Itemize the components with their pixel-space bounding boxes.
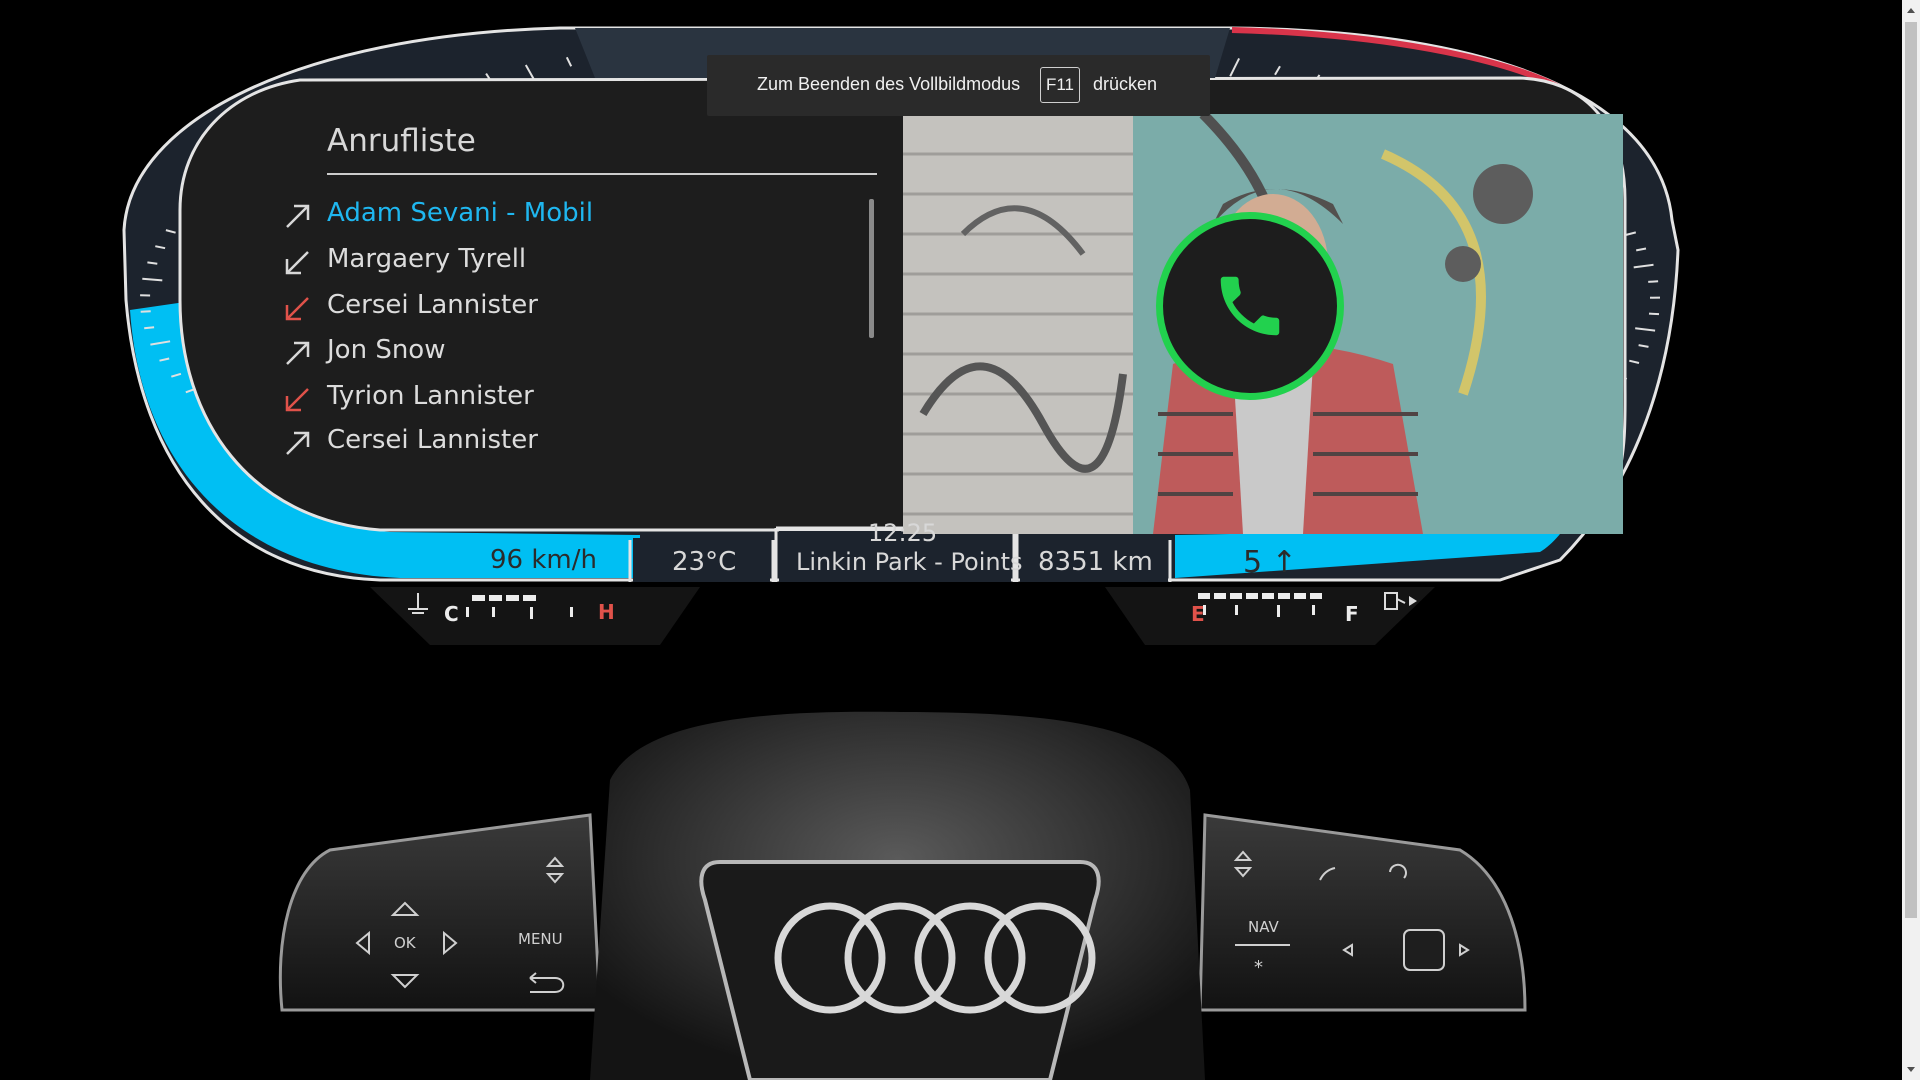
right-spoke bbox=[1198, 813, 1527, 1012]
steering-wheel: * bbox=[278, 711, 1527, 1080]
page-scrollbar[interactable] bbox=[1902, 0, 1920, 1080]
wheel-menu-button[interactable]: MENU bbox=[518, 930, 563, 948]
wheel-nav-button[interactable]: NAV bbox=[1248, 918, 1279, 936]
logo-plate bbox=[699, 860, 1101, 1080]
scroll-up-icon[interactable] bbox=[1907, 8, 1915, 13]
virtual-cockpit-page: Anrufliste Adam Sevani - Mobil Margaery T… bbox=[0, 0, 1920, 1080]
voice-asterisk-icon: * bbox=[1254, 957, 1263, 978]
page-scrollbar-thumb[interactable] bbox=[1905, 22, 1917, 918]
wheel-ok-button[interactable]: OK bbox=[394, 934, 416, 952]
left-spoke bbox=[278, 813, 602, 1012]
scroll-down-icon[interactable] bbox=[1907, 1067, 1915, 1072]
